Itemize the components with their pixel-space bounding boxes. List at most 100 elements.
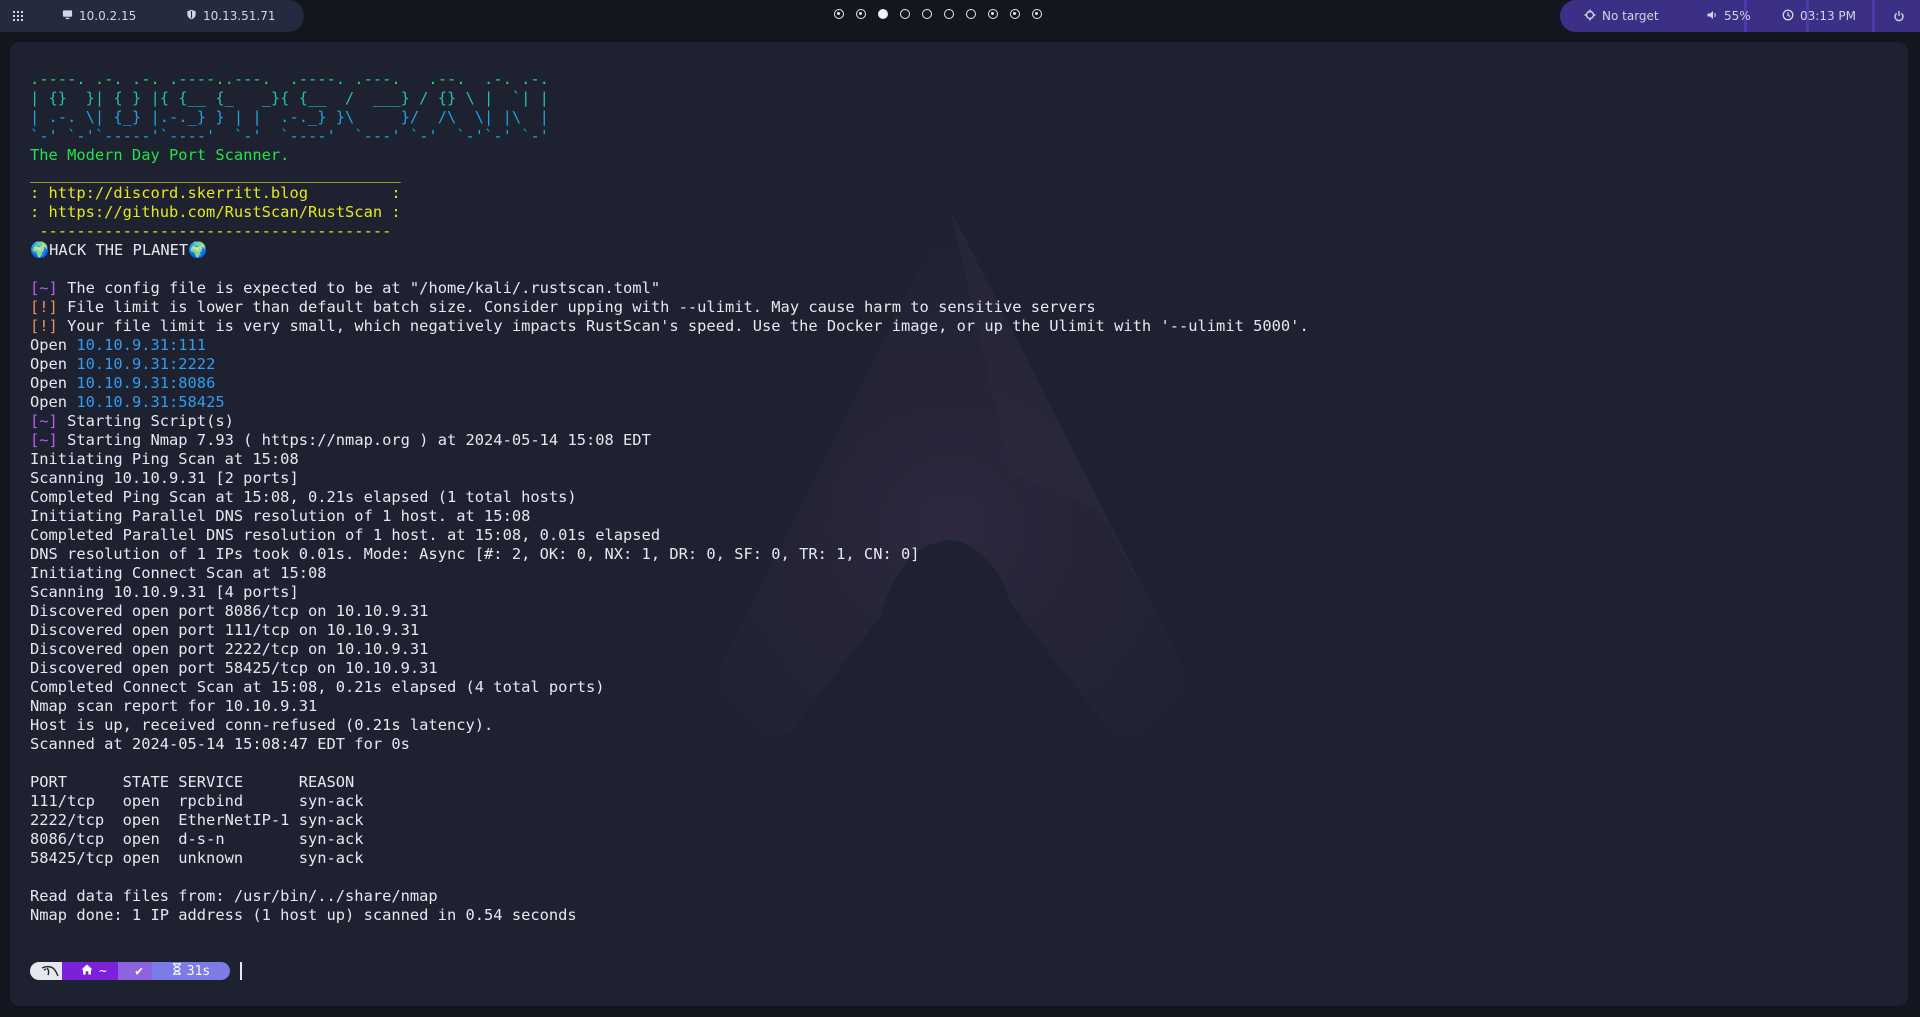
target-label: No target [1602,9,1659,23]
vpn-ip-label: 10.13.51.71 [203,9,276,23]
open-word: Open [30,374,77,392]
open-port-address: 10.10.9.31:8086 [76,374,216,392]
text-cursor[interactable] [240,962,242,980]
terminal-window[interactable]: .----. .-. .-. .----..---. .----. .---. … [10,42,1908,1006]
hourglass-icon [172,963,182,979]
port-table-row: 2222/tcp open EtherNetIP-1 syn-ack [30,811,364,829]
target-indicator[interactable]: No target [1584,0,1659,32]
grid-icon[interactable] [12,0,24,32]
nmap-output-line: DNS resolution of 1 IPs took 0.01s. Mode… [30,545,920,563]
ethernet-ip-label: 10.0.2.15 [79,9,137,23]
workspace-2[interactable] [856,9,866,19]
cwd-segment: ~ [62,962,126,980]
discord-link-line: : http://discord.skerritt.blog : [30,184,401,202]
workspace-4[interactable] [900,9,910,19]
vpn-ip[interactable]: 10.13.51.71 [186,0,276,32]
workspace-8[interactable] [988,9,998,19]
nmap-output-line: Discovered open port 58425/tcp on 10.10.… [30,659,438,677]
port-table-row: 111/tcp open rpcbind syn-ack [30,792,364,810]
nmap-output-line: Scanning 10.10.9.31 [4 ports] [30,583,299,601]
banner-line: `-' `-'`-----'`----' `-' `----' `---' `-… [30,127,549,145]
nmap-output-line: Completed Connect Scan at 15:08, 0.21s e… [30,678,605,696]
github-link-line: : https://github.com/RustScan/RustScan : [30,203,401,221]
banner-line: | {} }| { } |{ {__ {_ _}{ {__ / ___} / {… [30,89,549,107]
workspace-7[interactable] [966,9,976,19]
monitor-icon [62,9,73,23]
open-port-address: 10.10.9.31:111 [76,336,207,354]
box-top: ________________________________________ [30,165,401,183]
workspace-indicators [834,9,1042,19]
port-table-row: 58425/tcp open unknown syn-ack [30,849,364,867]
open-word: Open [30,355,77,373]
nmap-output-line: Scanning 10.10.9.31 [2 ports] [30,469,299,487]
nmap-footer-line: Nmap done: 1 IP address (1 host up) scan… [30,906,577,924]
divider [1872,0,1875,32]
config-message: The config file is expected to be at "/h… [57,279,661,297]
nmap-output-line: Completed Ping Scan at 15:08, 0.21s elap… [30,488,577,506]
config-line: [~] The config file is expected to be at… [30,279,1309,298]
workspace-10[interactable] [1032,9,1042,19]
open-port-line: Open 10.10.9.31:111 [30,336,1309,355]
warning-message: Your file limit is very small, which neg… [57,317,1309,335]
top-bar: 10.0.2.15 10.13.51.71 No target 55% 03:1… [0,0,1920,32]
tagline: The Modern Day Port Scanner. [30,146,290,164]
open-port-line: Open 10.10.9.31:2222 [30,355,1309,374]
hack-the-planet: 🌍HACK THE PLANET🌍 [30,241,208,259]
nmap-output-line: Initiating Connect Scan at 15:08 [30,564,327,582]
info-tag: [~] [30,412,58,430]
banner-line: | .-. \| {_} |.-._} } | | .-._} }\ }/ /\… [30,108,549,126]
nmap-footer-line: Read data files from: /usr/bin/../share/… [30,887,438,905]
warning-line: [!] Your file limit is very small, which… [30,317,1309,336]
volume-indicator[interactable]: 55% [1706,0,1751,32]
nmap-output-line: Nmap scan report for 10.10.9.31 [30,697,318,715]
port-table-header: PORT STATE SERVICE REASON [30,773,355,791]
workspace-3[interactable] [878,9,888,19]
check-icon: ✔ [135,963,143,979]
warning-line: [!] File limit is lower than default bat… [30,298,1309,317]
workspace-6[interactable] [944,9,954,19]
warning-message: File limit is lower than default batch s… [57,298,1096,316]
box-bottom: -------------------------------------- [30,222,392,240]
crosshair-icon [1584,9,1596,24]
terminal-output: .----. .-. .-. .----..---. .----. .---. … [30,70,1309,925]
open-word: Open [30,336,77,354]
duration-label: 31s [186,963,211,979]
info-tag: [~] [30,279,58,297]
nmap-output-line: Scanned at 2024-05-14 15:08:47 EDT for 0… [30,735,410,753]
nmap-output-line: Discovered open port 2222/tcp on 10.10.9… [30,640,429,658]
info-tag: [~] [30,431,58,449]
shell-prompt[interactable]: ~ ✔ 31s [30,962,242,980]
open-word: Open [30,393,77,411]
home-icon [81,964,93,979]
volume-label: 55% [1724,9,1751,23]
open-port-address: 10.10.9.31:58425 [76,393,225,411]
nmap-output-line: Host is up, received conn-refused (0.21s… [30,716,494,734]
open-port-line: Open 10.10.9.31:8086 [30,374,1309,393]
workspace-1[interactable] [834,9,844,19]
workspace-9[interactable] [1010,9,1020,19]
clock-icon [1782,9,1794,24]
scripts-message: Starting Script(s) [57,412,234,430]
scripts-line: [~] Starting Script(s) [30,412,1309,431]
nmap-output-line: Completed Parallel DNS resolution of 1 h… [30,526,661,544]
nmap-output-line: Initiating Parallel DNS resolution of 1 … [30,507,531,525]
nmap-start-message: Starting Nmap 7.93 ( https://nmap.org ) … [57,431,651,449]
duration-segment: 31s [152,962,230,980]
speaker-icon [1706,9,1718,24]
nmap-start-line: [~] Starting Nmap 7.93 ( https://nmap.or… [30,431,1309,450]
warning-tag: [!] [30,298,58,316]
ethernet-ip[interactable]: 10.0.2.15 [62,0,136,32]
nmap-output-line: Discovered open port 111/tcp on 10.10.9.… [30,621,420,639]
open-port-line: Open 10.10.9.31:58425 [30,393,1309,412]
shield-icon [186,9,197,23]
open-port-address: 10.10.9.31:2222 [76,355,216,373]
power-icon[interactable] [1893,0,1905,32]
workspace-5[interactable] [922,9,932,19]
clock[interactable]: 03:13 PM [1782,0,1856,32]
port-table-row: 8086/tcp open d-s-n syn-ack [30,830,364,848]
nmap-output-line: Initiating Ping Scan at 15:08 [30,450,299,468]
warning-tag: [!] [30,317,58,335]
